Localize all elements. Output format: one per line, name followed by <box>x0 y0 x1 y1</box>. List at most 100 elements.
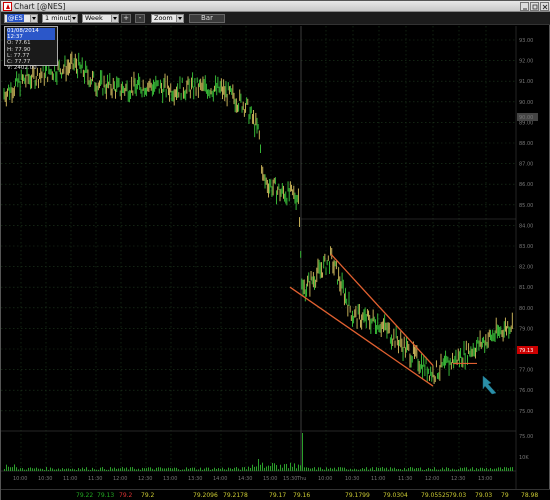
volume-bar <box>392 468 393 471</box>
volume-bar <box>106 469 107 471</box>
app-logo-icon <box>3 2 12 11</box>
volume-bar <box>368 469 369 471</box>
volume-bar <box>430 468 431 471</box>
price-tick-label: 91.00 <box>519 79 533 85</box>
volume-bar <box>300 465 301 471</box>
range-dropdown[interactable]: Week <box>82 14 119 23</box>
volume-bar <box>152 468 153 471</box>
strip-price-value: 79.0304 <box>383 492 408 499</box>
volume-bar <box>112 468 113 471</box>
volume-bar <box>412 467 413 471</box>
volume-bar <box>436 469 437 471</box>
window-title: Chart [@NES] <box>14 2 66 11</box>
volume-bar <box>118 468 119 471</box>
volume-bar <box>8 466 9 471</box>
chevron-down-icon <box>30 15 37 22</box>
interval-dropdown[interactable]: 1 minute <box>42 14 78 23</box>
zoom-out-button[interactable]: - <box>135 14 145 23</box>
volume-bar <box>356 469 357 471</box>
ohlc-data-window[interactable]: 01/08/2014 12:37 O: 77.61 H: 77.90 L: 77… <box>4 26 58 71</box>
strip-price-value: 79.17 <box>269 492 287 499</box>
price-tick-label: 76.00 <box>519 388 533 394</box>
volume-bar <box>358 469 359 471</box>
price-tick-label: 85.00 <box>519 203 533 209</box>
volume-bar <box>304 467 305 471</box>
trend-line[interactable] <box>289 286 434 387</box>
volume-bar <box>272 462 273 471</box>
price-tick-label: 77.00 <box>519 368 533 374</box>
volume-bar <box>130 467 131 471</box>
bar-type-button[interactable]: Bar <box>189 14 225 23</box>
volume-bar <box>182 469 183 471</box>
volume-bar <box>186 467 187 471</box>
volume-bar <box>214 467 215 471</box>
volume-bar <box>444 469 445 471</box>
volume-bar <box>320 467 321 471</box>
volume-tick-label: 75.00 <box>519 434 533 440</box>
time-tick-label: 10:00 <box>318 476 332 482</box>
zoom-dropdown[interactable]: Zoom <box>151 14 184 23</box>
volume-bar <box>428 467 429 471</box>
volume-bar <box>344 467 345 471</box>
volume-bar <box>82 467 83 471</box>
volume-bar <box>90 469 91 471</box>
volume-bar <box>70 469 71 471</box>
volume-bar <box>144 468 145 471</box>
volume-bar <box>276 465 277 471</box>
time-tick-label: 11:30 <box>88 476 102 482</box>
volume-bar <box>260 464 261 471</box>
volume-bar <box>302 433 303 471</box>
volume-bar <box>386 467 387 471</box>
time-tick-label: 10:30 <box>345 476 359 482</box>
volume-bar <box>166 468 167 471</box>
close-icon <box>542 4 548 10</box>
volume-bar <box>322 469 323 471</box>
volume-bar <box>52 468 53 471</box>
price-tick-label: 89.00 <box>519 120 533 126</box>
range-value: Week <box>85 14 103 22</box>
time-tick-label: 14:00 <box>213 476 227 482</box>
close-button[interactable] <box>540 2 549 11</box>
volume-bar <box>388 469 389 471</box>
chart-window: Chart [@NES] @ES 1 minute Week + - Zoom <box>0 0 550 500</box>
volume-bar <box>432 469 433 471</box>
time-tick-label: 13:30 <box>188 476 202 482</box>
volume-bar <box>262 462 263 471</box>
volume-bar <box>348 469 349 471</box>
volume-bar <box>502 468 503 471</box>
volume-tick-label: 10K <box>519 455 529 461</box>
volume-bar <box>172 468 173 471</box>
volume-bar <box>220 468 221 471</box>
zoom-in-button[interactable]: + <box>121 14 131 23</box>
volume-bar <box>234 467 235 471</box>
volume-bar <box>68 468 69 471</box>
volume-bar <box>12 467 13 471</box>
volume-bar <box>280 464 281 471</box>
volume-bar <box>416 468 417 471</box>
chart-toolbar: @ES 1 minute Week + - Zoom Bar <box>1 12 550 25</box>
volume-bar <box>330 467 331 471</box>
volume-bar <box>362 468 363 471</box>
price-tick-label: 92.00 <box>519 59 533 65</box>
volume-bar <box>274 463 275 471</box>
title-bar[interactable]: Chart [@NES] <box>1 1 550 12</box>
maximize-button[interactable] <box>530 2 539 11</box>
symbol-dropdown[interactable]: @ES <box>4 14 38 23</box>
time-tick-label: 15:30 <box>283 476 297 482</box>
volume-bar <box>268 465 269 471</box>
price-chart[interactable]: 93.0092.0091.0090.0089.0088.0087.0086.00… <box>1 26 550 489</box>
price-tick-label: 90.00 <box>519 100 533 106</box>
volume-bar <box>466 467 467 471</box>
volume-bar <box>84 468 85 471</box>
volume-bar <box>512 467 513 471</box>
time-tick-label: 14:30 <box>238 476 252 482</box>
volume-bar <box>374 469 375 471</box>
minimize-button[interactable] <box>520 2 529 11</box>
volume-bar <box>238 468 239 471</box>
volume-bar <box>480 467 481 471</box>
volume-bar <box>206 467 207 471</box>
volume-bar <box>282 467 283 471</box>
volume-bar <box>72 468 73 471</box>
volume-bar <box>46 467 47 471</box>
time-tick-label: 10:00 <box>13 476 27 482</box>
